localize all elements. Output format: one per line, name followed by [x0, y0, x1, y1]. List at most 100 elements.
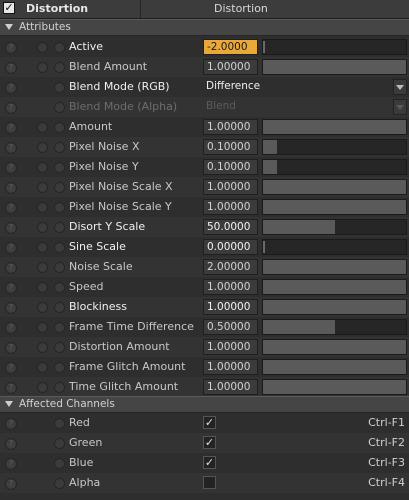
help-icon[interactable]: ?	[5, 262, 17, 274]
time-glitch-amount-slider[interactable]	[262, 379, 407, 395]
channel-checkbox[interactable]: ✓	[203, 436, 216, 449]
blockiness-slider[interactable]	[262, 299, 407, 315]
channel-checkbox[interactable]	[203, 476, 216, 489]
noise-scale-slider[interactable]	[262, 259, 407, 275]
pixel-noise-scale-y-slider[interactable]	[262, 199, 407, 215]
keyframe-dot-icon[interactable]	[37, 202, 48, 213]
pixel-noise-y-slider[interactable]	[262, 159, 407, 175]
link-dot-icon[interactable]	[54, 342, 65, 353]
frame-glitch-amount-slider[interactable]	[262, 359, 407, 375]
help-icon[interactable]: ?	[5, 382, 17, 394]
frame-time-difference-slider[interactable]	[262, 319, 407, 335]
help-icon[interactable]: ?	[5, 458, 17, 470]
link-dot-icon[interactable]	[54, 262, 65, 273]
link-dot-icon[interactable]	[54, 302, 65, 313]
sine-scale-slider[interactable]	[262, 239, 407, 255]
link-dot-icon[interactable]	[54, 382, 65, 393]
channel-checkbox[interactable]: ✓	[203, 456, 216, 469]
collapse-triangle-icon[interactable]	[5, 24, 13, 30]
help-icon[interactable]: ?	[5, 142, 17, 154]
pixel-noise-y-field[interactable]: 0.10000	[203, 159, 258, 175]
distortion-amount-field[interactable]: 1.00000	[203, 339, 258, 355]
speed-slider[interactable]	[262, 279, 407, 295]
link-dot-icon[interactable]	[54, 242, 65, 253]
frame-time-difference-field[interactable]: 0.50000	[203, 319, 258, 335]
link-dot-icon[interactable]	[54, 438, 65, 449]
noise-scale-field[interactable]: 2.00000	[203, 259, 258, 275]
help-icon[interactable]: ?	[5, 62, 17, 74]
pixel-noise-scale-y-field[interactable]: 1.00000	[203, 199, 258, 215]
pixel-noise-scale-x-field[interactable]: 1.00000	[203, 179, 258, 195]
link-dot-icon[interactable]	[54, 322, 65, 333]
blend-mode-rgb-select[interactable]: Difference	[203, 79, 394, 95]
help-icon[interactable]: ?	[5, 242, 17, 254]
active-value-field[interactable]: -2.0000	[203, 39, 258, 55]
distortion-amount-slider[interactable]	[262, 339, 407, 355]
help-icon[interactable]: ?	[5, 418, 17, 430]
link-dot-icon[interactable]	[54, 282, 65, 293]
keyframe-dot-icon[interactable]	[37, 282, 48, 293]
link-dot-icon[interactable]	[54, 362, 65, 373]
pixel-noise-x-field[interactable]: 0.10000	[203, 139, 258, 155]
help-icon[interactable]: ?	[5, 122, 17, 134]
link-dot-icon[interactable]	[54, 142, 65, 153]
help-icon[interactable]: ?	[5, 302, 17, 314]
help-icon[interactable]: ?	[5, 322, 17, 334]
link-dot-icon[interactable]	[54, 458, 65, 469]
frame-glitch-amount-field[interactable]: 1.00000	[203, 359, 258, 375]
keyframe-dot-icon[interactable]	[37, 182, 48, 193]
blockiness-field[interactable]: 1.00000	[203, 299, 258, 315]
channel-checkbox[interactable]: ✓	[203, 416, 216, 429]
help-icon[interactable]: ?	[5, 282, 17, 294]
chevron-down-icon[interactable]	[393, 79, 407, 95]
link-dot-icon[interactable]	[54, 82, 65, 93]
link-dot-icon[interactable]	[54, 222, 65, 233]
help-icon[interactable]: ?	[5, 102, 17, 114]
keyframe-dot-icon[interactable]	[37, 362, 48, 373]
blend-amount-field[interactable]: 1.00000	[203, 59, 258, 75]
disort-y-scale-slider[interactable]	[262, 219, 407, 235]
link-dot-icon[interactable]	[54, 42, 65, 53]
help-icon[interactable]: ?	[5, 82, 17, 94]
help-icon[interactable]: ?	[5, 222, 17, 234]
keyframe-dot-icon[interactable]	[37, 382, 48, 393]
sine-scale-field[interactable]: 0.00000	[203, 239, 258, 255]
help-icon[interactable]: ?	[5, 362, 17, 374]
keyframe-dot-icon[interactable]	[37, 342, 48, 353]
disort-y-scale-field[interactable]: 50.0000	[203, 219, 258, 235]
keyframe-dot-icon[interactable]	[37, 322, 48, 333]
layer-enabled-checkbox[interactable]: ✓	[3, 2, 15, 14]
keyframe-dot-icon[interactable]	[37, 142, 48, 153]
time-glitch-amount-field[interactable]: 1.00000	[203, 379, 258, 395]
keyframe-dot-icon[interactable]	[37, 62, 48, 73]
section-affected-channels[interactable]: Affected Channels	[0, 396, 409, 413]
keyframe-dot-icon[interactable]	[37, 162, 48, 173]
pixel-noise-scale-x-slider[interactable]	[262, 179, 407, 195]
pixel-noise-x-slider[interactable]	[262, 139, 407, 155]
link-dot-icon[interactable]	[54, 162, 65, 173]
chevron-down-icon[interactable]	[393, 99, 407, 115]
amount-slider[interactable]	[262, 119, 407, 135]
keyframe-dot-icon[interactable]	[37, 222, 48, 233]
speed-field[interactable]: 1.00000	[203, 279, 258, 295]
keyframe-dot-icon[interactable]	[37, 242, 48, 253]
help-icon[interactable]: ?	[5, 202, 17, 214]
amount-field[interactable]: 1.00000	[203, 119, 258, 135]
section-attributes[interactable]: Attributes	[0, 19, 409, 36]
help-icon[interactable]: ?	[5, 182, 17, 194]
link-dot-icon[interactable]	[54, 202, 65, 213]
help-icon[interactable]: ?	[5, 42, 17, 54]
collapse-triangle-icon[interactable]	[5, 401, 13, 407]
keyframe-dot-icon[interactable]	[37, 42, 48, 53]
keyframe-dot-icon[interactable]	[37, 262, 48, 273]
link-dot-icon[interactable]	[54, 418, 65, 429]
blend-amount-slider[interactable]	[262, 59, 407, 75]
help-icon[interactable]: ?	[5, 162, 17, 174]
help-icon[interactable]: ?	[5, 478, 17, 490]
active-slider[interactable]	[262, 39, 407, 55]
link-dot-icon[interactable]	[54, 122, 65, 133]
blend-mode-alpha-select[interactable]: Blend	[203, 99, 394, 115]
help-icon[interactable]: ?	[5, 438, 17, 450]
keyframe-dot-icon[interactable]	[37, 122, 48, 133]
link-dot-icon[interactable]	[54, 182, 65, 193]
